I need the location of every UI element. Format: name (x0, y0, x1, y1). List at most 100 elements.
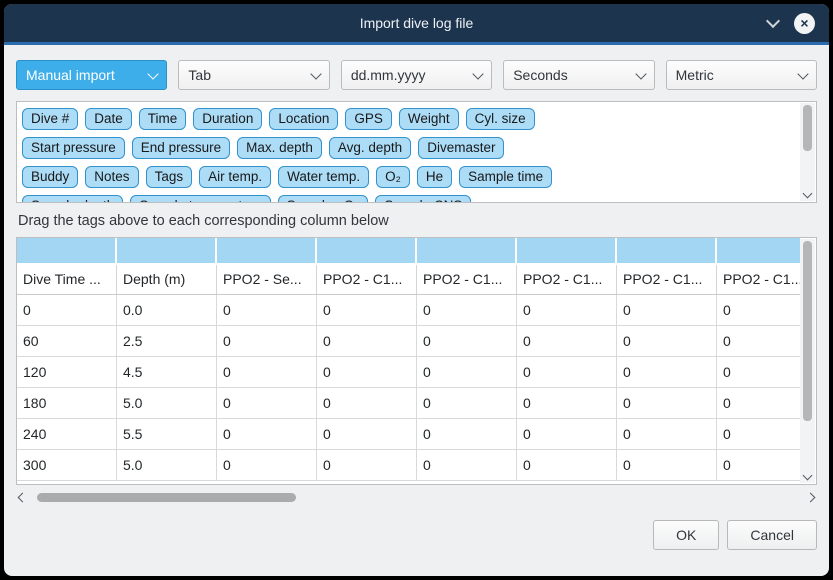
table-row: 2405.5000000 (17, 419, 800, 450)
unit-system-select[interactable]: Metric (666, 60, 817, 90)
table-cell: 5.5 (117, 419, 217, 449)
table-cell: 0 (517, 450, 617, 480)
scrollbar-handle[interactable] (803, 241, 812, 421)
table-cell: 5.0 (117, 388, 217, 418)
tag-chip[interactable]: Cyl. size (466, 108, 535, 130)
import-mode-select[interactable]: Manual import (16, 60, 167, 90)
tag-chip[interactable]: Air temp. (199, 166, 271, 188)
tag-chip[interactable]: Weight (399, 108, 459, 130)
tag-chip[interactable]: Sample time (459, 166, 552, 188)
tag-pool-scrollbar[interactable] (800, 103, 815, 201)
chevron-down-icon (797, 68, 808, 79)
table-cell: 240 (17, 419, 117, 449)
table-cell: 4.5 (117, 357, 217, 387)
titlebar[interactable]: Import dive log file × (4, 4, 829, 45)
drop-target-row (17, 238, 800, 263)
tag-chip[interactable]: Dive # (22, 108, 78, 130)
table-cell: 0 (317, 357, 417, 387)
chevron-down-icon[interactable] (803, 189, 813, 199)
tag-pool: Dive # Date Time Duration Location GPS Weight C… (17, 102, 816, 202)
table-cell: 2.5 (117, 326, 217, 356)
column-drop-target[interactable] (17, 238, 117, 263)
tag-chip[interactable]: Date (85, 108, 132, 130)
chevron-right-icon[interactable] (806, 493, 816, 503)
column-drop-target[interactable] (617, 238, 717, 263)
column-drop-target[interactable] (417, 238, 517, 263)
column-drop-target[interactable] (217, 238, 317, 263)
tag-chip[interactable]: Water temp. (278, 166, 369, 188)
table-row: 3005.0000000 (17, 450, 800, 481)
chevron-left-icon[interactable] (18, 493, 28, 503)
tag-chip[interactable]: Time (139, 108, 187, 130)
time-unit-select[interactable]: Seconds (503, 60, 654, 90)
table-cell: 0 (617, 450, 717, 480)
tag-chip[interactable]: Max. depth (237, 137, 322, 159)
table-cell: 0 (617, 388, 717, 418)
tag-chip[interactable]: Sample pO₂ (278, 195, 369, 202)
tag-chip[interactable]: Duration (193, 108, 262, 130)
tag-chip[interactable]: Notes (85, 166, 138, 188)
chevron-down-icon[interactable] (766, 14, 780, 28)
table-cell: 120 (17, 357, 117, 387)
table-cell: 0 (517, 326, 617, 356)
column-drop-target[interactable] (317, 238, 417, 263)
drag-hint-text: Drag the tags above to each correspondin… (18, 213, 815, 229)
chevron-down-icon[interactable] (803, 471, 813, 481)
tag-chip[interactable]: Location (269, 108, 338, 130)
table-cell: 0 (717, 357, 800, 387)
tag-chip[interactable]: Buddy (22, 166, 78, 188)
tag-chip[interactable]: Divemaster (418, 137, 504, 159)
table-cell: 180 (17, 388, 117, 418)
tag-chip[interactable]: GPS (345, 108, 392, 130)
column-header: PPO2 - C1... (517, 265, 617, 294)
table-cell: 0.0 (117, 295, 217, 325)
table-row: 602.5000000 (17, 326, 800, 357)
tag-pool-panel: Dive # Date Time Duration Location GPS Weight C… (16, 101, 817, 203)
ok-button[interactable]: OK (653, 520, 719, 550)
table-cell: 0 (217, 295, 317, 325)
scrollbar-track[interactable] (35, 493, 798, 502)
titlebar-controls: × (768, 13, 829, 34)
chevron-down-icon (473, 68, 484, 79)
screen: { "window": { "title": "Import dive log … (0, 0, 833, 580)
column-header: PPO2 - C1... (317, 265, 417, 294)
tag-chip[interactable]: Sample CNS (375, 195, 471, 202)
tag-chip[interactable]: Sample temperature (130, 195, 270, 202)
table-body: 00.0000000602.50000001204.50000001805.00… (17, 295, 800, 481)
tag-chip[interactable]: O₂ (376, 166, 410, 188)
tag-chip[interactable]: He (417, 166, 452, 188)
table-cell: 0 (317, 419, 417, 449)
horizontal-scrollbar[interactable] (16, 490, 817, 505)
time-unit-value: Seconds (513, 67, 567, 83)
table-cell: 0 (517, 388, 617, 418)
field-separator-select[interactable]: Tab (178, 60, 329, 90)
button-row: OK Cancel (16, 520, 817, 550)
tag-row: Dive # Date Time Duration Location GPS Weight C… (22, 108, 794, 130)
column-header: PPO2 - C1... (717, 265, 800, 294)
tag-chip[interactable]: End pressure (132, 137, 230, 159)
table-scrollbar[interactable] (800, 239, 815, 483)
date-format-select[interactable]: dd.mm.yyyy (341, 60, 492, 90)
scrollbar-handle[interactable] (37, 493, 296, 502)
close-icon[interactable]: × (794, 13, 815, 34)
cancel-button[interactable]: Cancel (727, 520, 817, 550)
table-cell: 0 (517, 295, 617, 325)
column-drop-target[interactable] (117, 238, 217, 263)
table-cell: 0 (517, 419, 617, 449)
table-cell: 0 (317, 450, 417, 480)
tag-chip[interactable]: Sample depth (22, 195, 123, 202)
column-drop-target[interactable] (517, 238, 617, 263)
tag-chip[interactable]: Start pressure (22, 137, 125, 159)
table-cell: 0 (417, 357, 517, 387)
table-cell: 300 (17, 450, 117, 480)
field-separator-value: Tab (188, 67, 211, 83)
table-cell: 5.0 (117, 450, 217, 480)
table-cell: 0 (217, 419, 317, 449)
table-cell: 0 (717, 388, 800, 418)
tag-chip[interactable]: Tags (146, 166, 193, 188)
table-cell: 0 (417, 419, 517, 449)
column-drop-target[interactable] (717, 238, 800, 263)
tag-chip[interactable]: Avg. depth (329, 137, 411, 159)
scrollbar-handle[interactable] (803, 105, 812, 151)
table-row: 1805.0000000 (17, 388, 800, 419)
